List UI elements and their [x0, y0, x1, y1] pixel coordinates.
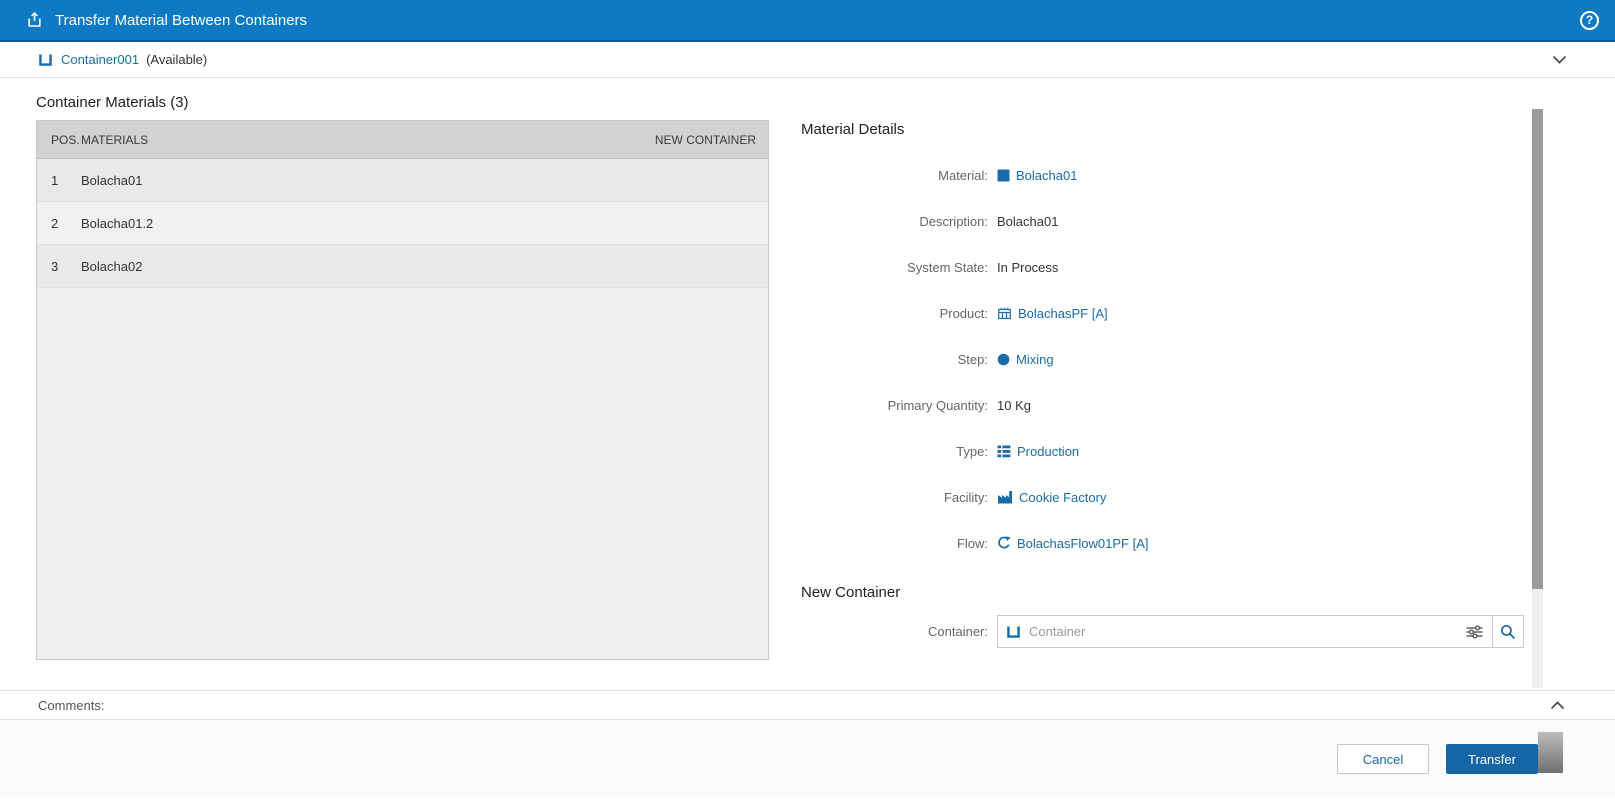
field-label: Material:: [938, 167, 988, 183]
container-picker: [997, 615, 1524, 648]
container-name-link[interactable]: Container001: [61, 52, 139, 67]
container-search-button[interactable]: [1492, 616, 1523, 647]
main-content: Container Materials (3) POS. MATERIALS N…: [0, 78, 1615, 690]
facility-icon: [997, 490, 1013, 504]
col-header-pos: POS.: [51, 132, 80, 147]
field-value-text: BolachasPF [A]: [1018, 305, 1108, 321]
field-label: Type:: [956, 443, 988, 459]
field-material: Material: Bolacha01: [801, 152, 1615, 198]
type-link[interactable]: Production: [997, 444, 1079, 459]
new-container-field-row: Container:: [801, 615, 1615, 648]
type-icon: [997, 445, 1011, 458]
field-label: Facility:: [943, 489, 988, 505]
field-label: Primary Quantity:: [887, 397, 988, 413]
field-label: Flow:: [956, 535, 988, 551]
field-label: System State:: [907, 259, 988, 275]
col-header-materials: MATERIALS: [81, 132, 149, 147]
search-icon: [1500, 624, 1516, 640]
cancel-button[interactable]: Cancel: [1337, 744, 1429, 774]
material-icon: [997, 169, 1010, 182]
field-type: Type: Production: [801, 428, 1615, 474]
field-label: Description:: [919, 213, 988, 229]
field-value-text: 10 Kg: [997, 397, 1031, 413]
material-link[interactable]: Bolacha01: [997, 168, 1077, 183]
field-primary-quantity: Primary Quantity: 10 Kg: [801, 382, 1615, 428]
cell-material: Bolacha01: [81, 172, 143, 188]
comments-label: Comments:: [38, 697, 105, 713]
material-details-fields: Material: Bolacha01 Description: Bolacha…: [801, 152, 1615, 566]
footer-action-bar: Cancel Transfer: [0, 720, 1615, 798]
materials-table-header: POS. MATERIALS NEW CONTAINER: [37, 121, 768, 159]
cell-material: Bolacha01.2: [81, 215, 154, 231]
field-value-text: Bolacha01: [1016, 167, 1078, 183]
field-product: Product: BolachasPF [A]: [801, 290, 1615, 336]
field-label: Step:: [957, 351, 988, 367]
field-value-text: In Process: [997, 259, 1059, 275]
cell-pos: 1: [51, 172, 59, 188]
field-value-text: Bolacha01: [997, 213, 1059, 229]
advanced-filter-icon[interactable]: [1466, 624, 1483, 639]
container-icon: [38, 52, 53, 67]
field-facility: Facility: Cookie Factory: [801, 474, 1615, 520]
materials-panel-title: Container Materials (3): [36, 94, 189, 111]
materials-panel: Container Materials (3) POS. MATERIALS N…: [36, 78, 769, 690]
scroll-corner[interactable]: [1538, 732, 1563, 773]
field-value-text: BolachasFlow01PF [A]: [1017, 535, 1149, 551]
field-value-text: Mixing: [1016, 351, 1054, 367]
new-container-title: New Container: [801, 584, 901, 601]
help-icon[interactable]: ?: [1580, 10, 1599, 30]
field-value-text: Cookie Factory: [1019, 489, 1107, 505]
comments-section-bar[interactable]: Comments:: [0, 690, 1615, 720]
table-row[interactable]: 2 Bolacha01.2: [37, 202, 768, 245]
material-details-title: Material Details: [801, 121, 905, 138]
field-description: Description: Bolacha01: [801, 198, 1615, 244]
step-link[interactable]: Mixing: [997, 352, 1054, 367]
scrollbar-thumb[interactable]: [1532, 109, 1543, 589]
step-icon: [997, 353, 1010, 366]
page-title: Transfer Material Between Containers: [55, 11, 308, 29]
chevron-down-icon[interactable]: [1552, 55, 1567, 64]
field-system-state: System State: In Process: [801, 244, 1615, 290]
product-icon: [997, 306, 1012, 321]
facility-link[interactable]: Cookie Factory: [997, 490, 1106, 505]
cell-material: Bolacha02: [81, 258, 143, 274]
container-input[interactable]: [1029, 624, 1457, 639]
container-state: (Available): [146, 52, 208, 67]
app-header: Transfer Material Between Containers ?: [0, 0, 1615, 42]
table-row[interactable]: 1 Bolacha01: [37, 159, 768, 202]
field-step: Step: Mixing: [801, 336, 1615, 382]
cell-pos: 3: [51, 258, 59, 274]
container-field-label: Container:: [928, 624, 988, 639]
table-row[interactable]: 3 Bolacha02: [37, 245, 768, 288]
transfer-container-icon: [26, 11, 44, 29]
material-details-panel: Material Details Material: Bolacha01 Des…: [769, 78, 1615, 690]
field-flow: Flow: BolachasFlow01PF [A]: [801, 520, 1615, 566]
materials-table: POS. MATERIALS NEW CONTAINER 1 Bolacha01…: [36, 120, 769, 660]
transfer-button[interactable]: Transfer: [1446, 744, 1538, 774]
product-link[interactable]: BolachasPF [A]: [997, 306, 1108, 321]
flow-link[interactable]: BolachasFlow01PF [A]: [997, 536, 1149, 551]
chevron-up-icon[interactable]: [1550, 700, 1565, 710]
cell-pos: 2: [51, 215, 59, 231]
col-header-new-container: NEW CONTAINER: [654, 132, 756, 147]
field-label: Product:: [939, 305, 988, 321]
container-icon: [1006, 624, 1021, 639]
container-summary-bar: Container001 (Available): [0, 42, 1615, 78]
vertical-scrollbar[interactable]: [1532, 109, 1543, 688]
field-value-text: Production: [1017, 443, 1080, 459]
flow-icon: [997, 536, 1011, 550]
